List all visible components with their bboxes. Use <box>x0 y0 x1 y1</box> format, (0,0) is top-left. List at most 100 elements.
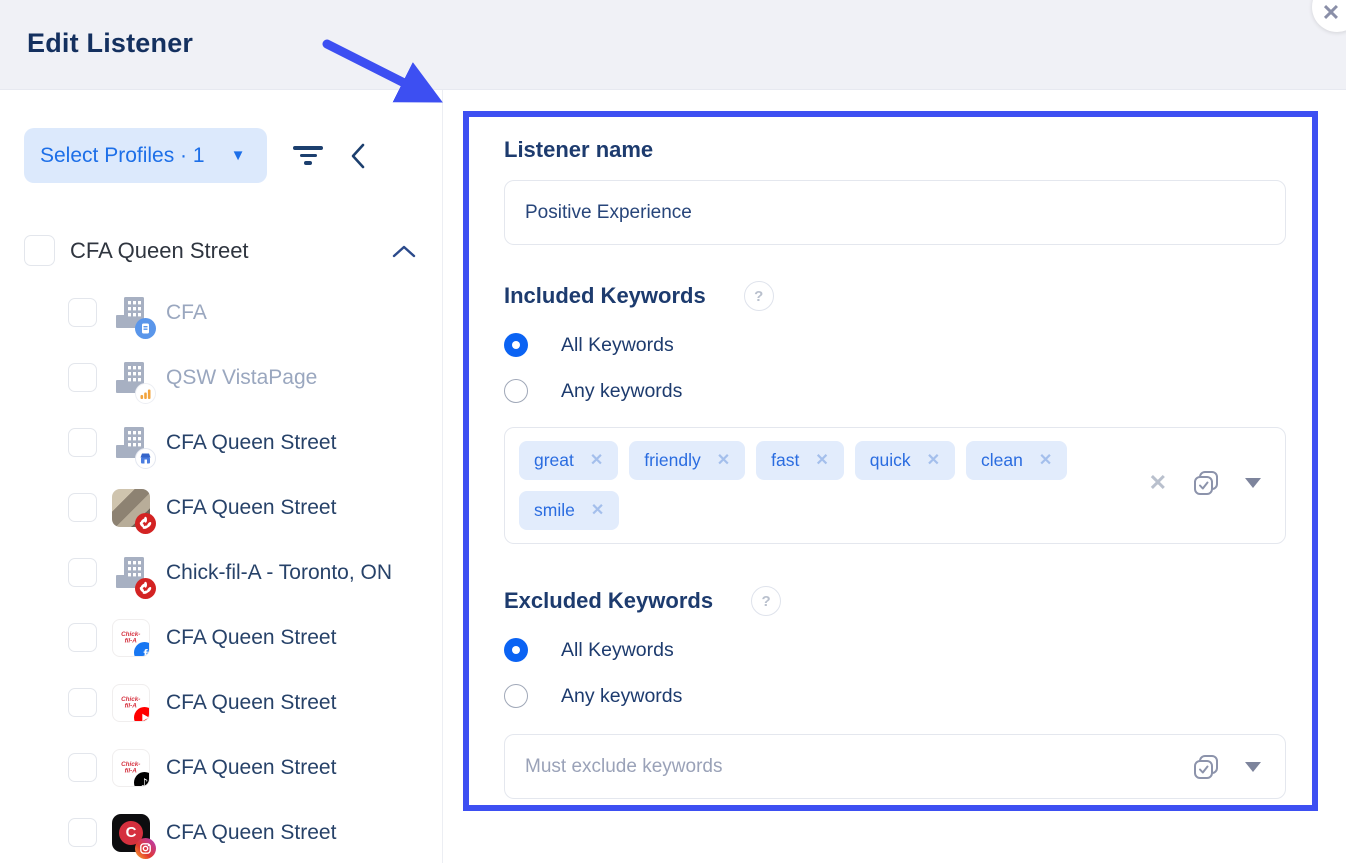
close-button[interactable]: ✕ <box>1312 0 1346 32</box>
question-mark-icon[interactable]: ? <box>751 586 781 616</box>
chip-remove-icon[interactable]: ✕ <box>717 453 730 469</box>
profile-checkbox[interactable] <box>68 623 97 652</box>
listener-form-panel: Listener name Included Keywords ? All Ke… <box>463 111 1318 811</box>
keyword-chip: quick ✕ <box>855 441 955 480</box>
profile-avatar <box>112 294 150 332</box>
profiles-sidebar: Select Profiles · 1 ▼ CFA Queen Street <box>0 90 443 863</box>
svg-text:♪: ♪ <box>141 776 149 787</box>
listener-name-label: Listener name <box>504 137 1286 163</box>
clear-all-icon[interactable]: ✕ <box>1149 472 1167 494</box>
profile-checkbox[interactable] <box>68 428 97 457</box>
group-label: CFA Queen Street <box>70 238 391 264</box>
excluded-all-keywords-option[interactable]: All Keywords <box>504 638 1286 662</box>
document-badge-icon <box>135 318 156 339</box>
excluded-keywords-input[interactable] <box>505 756 1191 778</box>
profile-row[interactable]: Chick-fil-A - Toronto, ON <box>0 540 442 605</box>
profile-list: CFA QSW VistaPage CFA Queen Street CFA Quee… <box>0 280 442 863</box>
keyword-chip-list: great✕friendly✕fast✕quick✕clean✕smile✕ <box>519 441 1137 530</box>
chip-label: great <box>534 450 574 471</box>
included-all-keywords-option[interactable]: All Keywords <box>504 333 1286 357</box>
profile-row[interactable]: CFA Queen Street <box>0 410 442 475</box>
chip-remove-icon[interactable]: ✕ <box>1039 453 1052 469</box>
excluded-keywords-heading: Excluded Keywords ? <box>504 586 1286 616</box>
excluded-all-keywords-label: All Keywords <box>561 639 674 662</box>
chevron-up-icon[interactable] <box>391 243 417 259</box>
profile-row[interactable]: Chick-fil-Af CFA Queen Street <box>0 605 442 670</box>
excluded-keywords-input-box[interactable] <box>504 734 1286 799</box>
profile-avatar <box>112 359 150 397</box>
profile-group-row[interactable]: CFA Queen Street <box>24 235 417 266</box>
profile-label: CFA <box>166 301 207 325</box>
header-bar: Edit Listener ✕ <box>0 0 1346 90</box>
profile-checkbox[interactable] <box>68 363 97 392</box>
yelp-badge-icon <box>135 513 156 534</box>
excluded-any-keywords-label: Any keywords <box>561 685 682 708</box>
profile-checkbox[interactable] <box>68 298 97 327</box>
included-keywords-input[interactable]: great✕friendly✕fast✕quick✕clean✕smile✕ ✕ <box>504 427 1286 544</box>
chip-label: smile <box>534 500 575 521</box>
keyword-chip: friendly ✕ <box>629 441 745 480</box>
svg-text:f: f <box>143 646 148 657</box>
chevron-left-icon <box>349 142 367 170</box>
radio-selected-icon[interactable] <box>504 638 528 662</box>
select-profiles-button[interactable]: Select Profiles · 1 ▼ <box>24 128 267 183</box>
chip-remove-icon[interactable]: ✕ <box>591 503 604 519</box>
radio-unselected-icon[interactable] <box>504 684 528 708</box>
caret-down-icon[interactable] <box>1245 478 1261 488</box>
yelp-badge-icon <box>135 578 156 599</box>
profile-label: CFA Queen Street <box>166 756 336 780</box>
profile-label: CFA Queen Street <box>166 626 336 650</box>
profile-checkbox[interactable] <box>68 818 97 847</box>
profile-row[interactable]: Chick-fil-A CFA Queen Street <box>0 670 442 735</box>
radio-selected-icon[interactable] <box>504 333 528 357</box>
included-all-keywords-label: All Keywords <box>561 334 674 357</box>
profile-row[interactable]: CCFA Queen Street <box>0 800 442 863</box>
profile-label: CFA Queen Street <box>166 431 336 455</box>
radio-unselected-icon[interactable] <box>504 379 528 403</box>
facebook-badge-icon: f <box>134 642 150 657</box>
copy-check-icon[interactable] <box>1191 468 1221 498</box>
edit-listener-screen: Edit Listener ✕ Select Profiles · 1 ▼ <box>0 0 1346 863</box>
profile-row[interactable]: CFA <box>0 280 442 345</box>
profile-label: CFA Queen Street <box>166 496 336 520</box>
profile-avatar: Chick-fil-Af <box>112 619 150 657</box>
profile-label: CFA Queen Street <box>166 691 336 715</box>
copy-check-icon[interactable] <box>1191 752 1221 782</box>
filter-icon <box>293 146 323 165</box>
chip-remove-icon[interactable]: ✕ <box>927 453 940 469</box>
question-mark-icon[interactable]: ? <box>744 281 774 311</box>
profile-avatar: Chick-fil-A <box>112 684 150 722</box>
google-business-badge-icon <box>135 448 156 469</box>
included-any-keywords-option[interactable]: Any keywords <box>504 379 1286 403</box>
keyword-chip: clean✕ <box>966 441 1067 480</box>
youtube-badge-icon <box>134 707 150 722</box>
profile-label: QSW VistaPage <box>166 366 317 390</box>
profile-checkbox[interactable] <box>68 558 97 587</box>
analytics-badge-icon <box>135 383 156 404</box>
profile-checkbox[interactable] <box>68 753 97 782</box>
profile-label: Chick-fil-A - Toronto, ON <box>166 561 392 585</box>
profile-checkbox[interactable] <box>68 688 97 717</box>
chip-label: fast <box>771 450 799 471</box>
chip-label: friendly <box>644 450 700 471</box>
chip-label: quick <box>870 450 911 471</box>
profile-row[interactable]: QSW VistaPage <box>0 345 442 410</box>
profile-checkbox[interactable] <box>68 493 97 522</box>
listener-form-area: Listener name Included Keywords ? All Ke… <box>443 90 1346 863</box>
included-keywords-heading: Included Keywords ? <box>504 281 1286 311</box>
keyword-chip: great ✕ <box>519 441 618 480</box>
profile-row[interactable]: Chick-fil-A♪CFA Queen Street <box>0 735 442 800</box>
chevron-down-icon: ▼ <box>231 147 246 164</box>
excluded-any-keywords-option[interactable]: Any keywords <box>504 684 1286 708</box>
filter-button[interactable] <box>293 146 323 165</box>
included-any-keywords-label: Any keywords <box>561 380 682 403</box>
profile-avatar <box>112 554 150 592</box>
collapse-sidebar-button[interactable] <box>349 142 367 170</box>
listener-name-input[interactable] <box>504 180 1286 245</box>
chip-remove-icon[interactable]: ✕ <box>815 453 828 469</box>
chip-remove-icon[interactable]: ✕ <box>590 453 603 469</box>
caret-down-icon[interactable] <box>1245 762 1261 772</box>
keyword-chip: fast ✕ <box>756 441 844 480</box>
group-checkbox[interactable] <box>24 235 55 266</box>
profile-row[interactable]: CFA Queen Street <box>0 475 442 540</box>
